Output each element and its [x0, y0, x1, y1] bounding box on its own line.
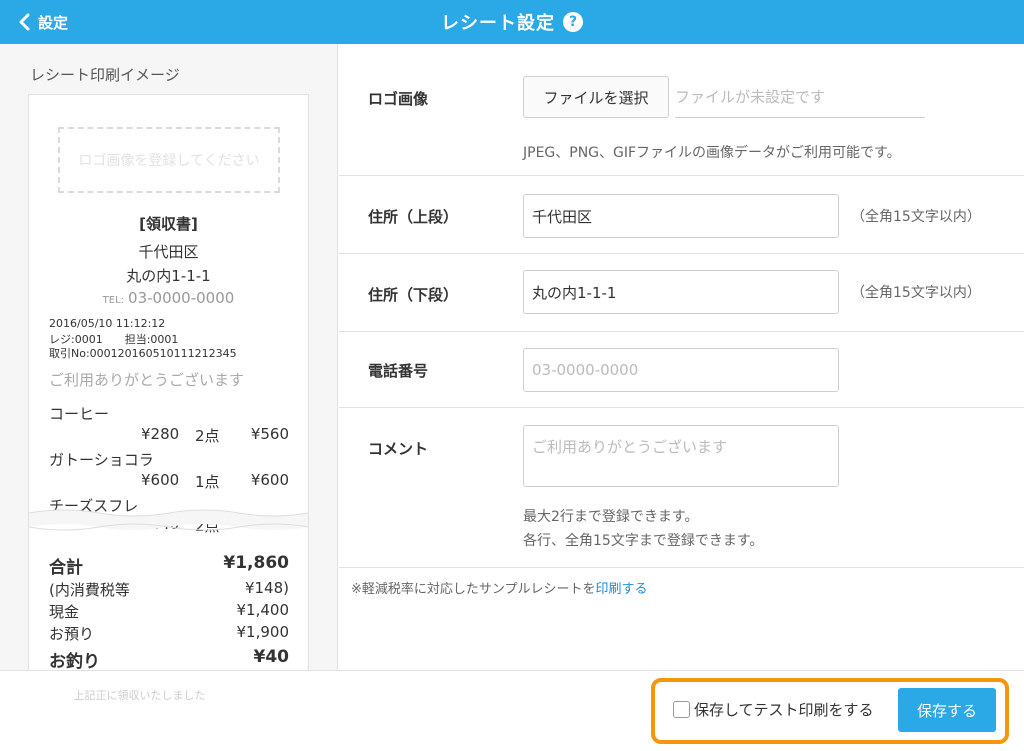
tel-prefix: TEL:	[102, 295, 125, 306]
logo-section: ロゴ画像 ファイルを選択 ファイルが未設定です JPEG、PNG、GIFファイル…	[339, 44, 1024, 176]
receipt-title: [領収書]	[139, 215, 198, 233]
test-print-checkbox[interactable]	[673, 701, 690, 718]
address-upper-input[interactable]	[523, 194, 839, 238]
tax-value: ¥148)	[244, 579, 289, 597]
sample-print-note: ※軽減税率に対応したサンプルレシートを印刷する	[351, 578, 648, 597]
title-area: レシート設定 ?	[0, 0, 1024, 44]
receipt-tel: TEL: 03-0000-0000	[29, 289, 308, 307]
tear-divider	[29, 509, 308, 531]
receipt-datetime: 2016/05/10 11:12:12	[49, 317, 166, 330]
logo-placeholder-box: ロゴ画像を登録してください	[58, 127, 280, 193]
item-total: ¥560	[250, 425, 289, 443]
receipt-transaction: 取引No:00012016051011121234­5	[49, 347, 237, 360]
test-print-option[interactable]: 保存してテスト印刷をする	[673, 699, 874, 720]
item-total: ¥600	[250, 471, 289, 489]
address-lower-section: 住所（下段） （全角15文字以内）	[339, 254, 1024, 332]
receipt-thanks: ご利用ありがとうございます	[49, 371, 245, 389]
receipt-address-1: 千代田区	[138, 243, 199, 261]
change-value: ¥40	[253, 647, 290, 667]
tax-label: (内消費税等	[49, 581, 130, 599]
logo-hint: JPEG、PNG、GIFファイルの画像データがご利用可能です。	[523, 145, 901, 161]
phone-label: 電話番号	[368, 362, 429, 380]
receipt-preview-panel: レシート印刷イメージ ロゴ画像を登録してください [領収書] 千代田区 丸の内1…	[0, 44, 338, 670]
item-qty: 2点	[195, 427, 220, 445]
cash-value: ¥1,400	[236, 601, 290, 619]
cash-label: 現金	[49, 603, 80, 621]
help-icon[interactable]: ?	[563, 12, 583, 32]
preview-footer-area: 上記正に領収いたしました	[0, 671, 338, 751]
page-title: レシート設定	[441, 13, 555, 34]
preview-title: レシート印刷イメージ	[30, 66, 180, 84]
item-name: コーヒー	[49, 405, 110, 423]
receipt-image: ロゴ画像を登録してください [領収書] 千代田区 丸の内1-1-1 TEL: 03…	[28, 94, 309, 670]
app-header: 設定 レシート設定 ?	[0, 0, 1024, 44]
total-label: 合計	[49, 558, 83, 578]
item-price: ¥600	[141, 471, 180, 489]
total-value: ¥1,860	[223, 553, 289, 573]
receipt-address-2: 丸の内1-1-1	[126, 267, 211, 285]
bottom-action-bar: 上記正に領収いたしました 保存してテスト印刷をする 保存する	[0, 670, 1024, 751]
item-name: ガトーショコラ	[49, 451, 154, 469]
address-upper-limit: （全角15文字以内）	[851, 209, 981, 225]
comment-textarea[interactable]	[523, 425, 839, 487]
save-button[interactable]: 保存する	[898, 688, 996, 732]
address-lower-limit: （全角15文字以内）	[851, 285, 981, 301]
deposit-label: お預り	[49, 625, 95, 643]
choose-file-button[interactable]: ファイルを選択	[523, 76, 669, 118]
comment-section: コメント 最大2行まで登録できます。 各行、全角15文字まで登録できます。	[339, 408, 1024, 568]
print-sample-link[interactable]: 印刷する	[596, 582, 648, 597]
item-qty: 1点	[195, 473, 220, 491]
phone-section: 電話番号	[339, 332, 1024, 408]
change-label: お釣り	[49, 652, 100, 670]
address-upper-section: 住所（上段） （全角15文字以内）	[339, 176, 1024, 254]
note-text: ※軽減税率に対応したサンプルレシートを	[351, 582, 596, 597]
comment-hint-2: 各行、全角15文字まで登録できます。	[523, 533, 764, 549]
tel-number: 03-0000-0000	[128, 289, 235, 307]
comment-label: コメント	[368, 440, 429, 458]
deposit-value: ¥1,900	[236, 623, 290, 641]
item-price: ¥280	[141, 425, 180, 443]
test-print-label: 保存してテスト印刷をする	[694, 701, 874, 719]
address-lower-input[interactable]	[523, 270, 839, 314]
receipt-settings-form: ロゴ画像 ファイルを選択 ファイルが未設定です JPEG、PNG、GIFファイル…	[339, 44, 1024, 670]
phone-input[interactable]	[523, 348, 839, 392]
file-status: ファイルが未設定です	[675, 76, 925, 118]
address-lower-label: 住所（下段）	[368, 286, 459, 304]
logo-placeholder-text: ロゴ画像を登録してください	[78, 153, 260, 169]
logo-label: ロゴ画像	[368, 90, 429, 108]
comment-hint-1: 最大2行まで登録できます。	[523, 509, 699, 525]
address-upper-label: 住所（上段）	[368, 208, 459, 226]
receipt-footer-text: 上記正に領収いたしました	[73, 689, 206, 702]
